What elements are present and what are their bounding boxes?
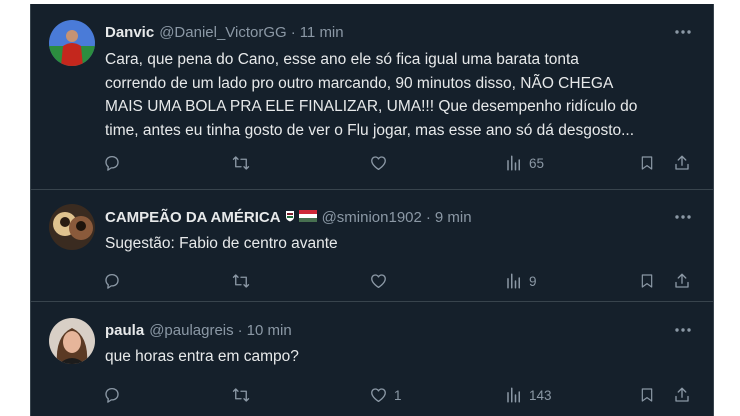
user-handle[interactable]: @Daniel_VictorGG bbox=[159, 24, 287, 41]
views-button[interactable]: 65 bbox=[505, 152, 544, 174]
share-icon bbox=[675, 387, 689, 402]
display-name[interactable]: paula bbox=[105, 322, 144, 339]
tweet-text-line: MAIS UMA BOLA PRA ELE FINALIZAR, UMA!!! … bbox=[105, 98, 638, 115]
reply-icon bbox=[105, 387, 119, 403]
reply-button[interactable] bbox=[103, 270, 127, 292]
views-button[interactable]: 143 bbox=[505, 384, 552, 406]
like-button[interactable] bbox=[369, 152, 394, 174]
flu-crest-icon bbox=[285, 209, 295, 226]
more-icon bbox=[675, 328, 691, 332]
tweet-header: CAMPEÃO DA AMÉRICA @sminion1902 · 9 min bbox=[105, 207, 472, 227]
more-icon bbox=[675, 215, 691, 219]
share-button[interactable] bbox=[673, 152, 691, 174]
heart-icon bbox=[371, 274, 386, 289]
tweet-text-line: Cara, que pena do Cano, esse ano ele só … bbox=[105, 51, 579, 68]
user-handle[interactable]: @paulagreis bbox=[149, 322, 233, 339]
tweet-campeao[interactable]: CAMPEÃO DA AMÉRICA @sminion1902 · 9 min … bbox=[31, 190, 713, 302]
hungary-flag-icon bbox=[298, 209, 317, 226]
tweet-header: Danvic @Daniel_VictorGG · 11 min bbox=[105, 22, 344, 42]
share-icon bbox=[675, 155, 689, 170]
bookmark-button[interactable] bbox=[639, 152, 655, 174]
view-count: 9 bbox=[529, 273, 537, 289]
timestamp[interactable]: 10 min bbox=[247, 322, 292, 339]
views-chart-icon bbox=[507, 273, 520, 289]
retweet-icon bbox=[232, 388, 250, 402]
share-button[interactable] bbox=[673, 384, 691, 406]
retweet-button[interactable] bbox=[231, 384, 257, 406]
like-count: 1 bbox=[394, 387, 402, 403]
reply-button[interactable] bbox=[103, 384, 127, 406]
avatar[interactable] bbox=[49, 20, 95, 66]
separator-dot: · bbox=[237, 321, 243, 339]
more-options-button[interactable] bbox=[673, 207, 693, 227]
bookmark-button[interactable] bbox=[639, 384, 655, 406]
more-icon bbox=[675, 30, 691, 34]
like-button[interactable] bbox=[369, 270, 394, 292]
tweet-danvic[interactable]: Danvic @Daniel_VictorGG · 11 min Cara, q… bbox=[31, 4, 713, 190]
timestamp[interactable]: 9 min bbox=[435, 209, 472, 226]
views-chart-icon bbox=[507, 387, 520, 403]
action-bar: 9 bbox=[31, 270, 713, 292]
view-count: 65 bbox=[529, 155, 545, 171]
share-icon bbox=[675, 273, 689, 288]
reply-icon bbox=[105, 273, 119, 289]
retweet-button[interactable] bbox=[231, 152, 257, 174]
action-bar: 65 bbox=[31, 152, 713, 174]
tweet-text: que horas entra em campo? bbox=[105, 345, 705, 369]
timestamp[interactable]: 11 min bbox=[300, 24, 344, 41]
heart-icon bbox=[371, 388, 386, 403]
user-handle[interactable]: @sminion1902 bbox=[322, 209, 422, 226]
action-bar: 1 143 bbox=[31, 384, 713, 406]
reply-button[interactable] bbox=[103, 152, 127, 174]
tweet-text: Cara, que pena do Cano, esse ano ele só … bbox=[105, 48, 705, 142]
reply-feed: Danvic @Daniel_VictorGG · 11 min Cara, q… bbox=[30, 4, 714, 416]
like-button[interactable]: 1 bbox=[369, 384, 402, 406]
retweet-icon bbox=[232, 274, 250, 288]
reply-icon bbox=[105, 155, 119, 171]
retweet-button[interactable] bbox=[231, 270, 257, 292]
display-name[interactable]: CAMPEÃO DA AMÉRICA bbox=[105, 209, 281, 226]
bookmark-icon bbox=[641, 274, 653, 288]
views-button[interactable]: 9 bbox=[505, 270, 537, 292]
bookmark-icon bbox=[641, 156, 653, 170]
separator-dot: · bbox=[290, 23, 296, 41]
tweet-text-line: que horas entra em campo? bbox=[105, 348, 299, 365]
separator-dot: · bbox=[425, 208, 431, 226]
tweet-text-line: time, antes eu tinha gosto de ver o Flu … bbox=[105, 121, 635, 139]
more-options-button[interactable] bbox=[673, 22, 693, 42]
bookmark-button[interactable] bbox=[639, 270, 655, 292]
views-chart-icon bbox=[507, 155, 520, 171]
avatar[interactable] bbox=[49, 318, 95, 364]
bookmark-icon bbox=[641, 388, 653, 402]
tweet-text-line: correndo de um lado pro outro marcando, … bbox=[105, 74, 614, 92]
tweet-text-line: Sugestão: Fabio de centro avante bbox=[105, 235, 338, 252]
display-name[interactable]: Danvic bbox=[105, 24, 154, 41]
avatar[interactable] bbox=[49, 204, 95, 250]
more-options-button[interactable] bbox=[673, 320, 693, 340]
share-button[interactable] bbox=[673, 270, 691, 292]
tweet-paula[interactable]: paula @paulagreis · 10 min que horas ent… bbox=[31, 302, 713, 416]
view-count: 143 bbox=[529, 387, 552, 403]
tweet-text: Sugestão: Fabio de centro avante bbox=[105, 232, 705, 256]
heart-icon bbox=[371, 156, 386, 171]
retweet-icon bbox=[232, 156, 250, 170]
tweet-header: paula @paulagreis · 10 min bbox=[105, 320, 292, 340]
